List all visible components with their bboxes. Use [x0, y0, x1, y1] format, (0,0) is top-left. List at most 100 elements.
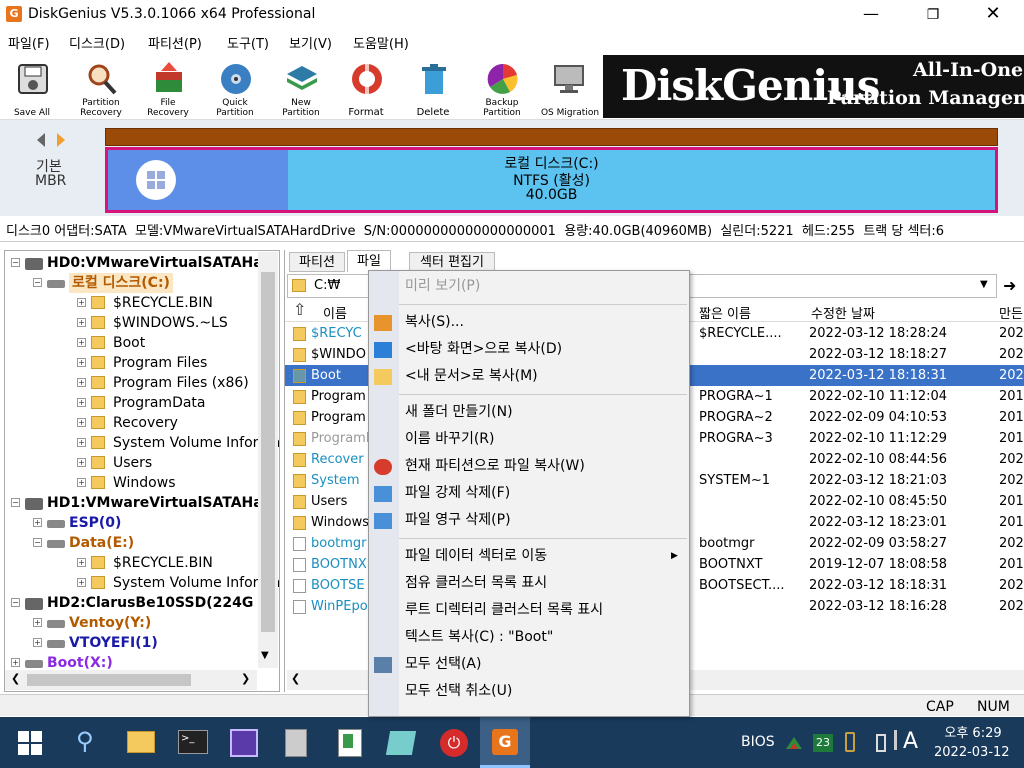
tab-files[interactable]: 파일 [347, 250, 391, 272]
tree-node-label: Program Files [113, 355, 208, 371]
expand-toggle-icon[interactable]: + [77, 458, 86, 467]
power-icon[interactable]: ⏻ [440, 729, 468, 757]
chevron-down-icon[interactable]: ▼ [261, 650, 269, 661]
save-all-button[interactable]: Save All [2, 58, 62, 120]
os-migration-button[interactable]: OS Migration [538, 58, 602, 120]
explorer-icon[interactable] [127, 731, 155, 753]
col-short-name[interactable]: 짧은 이름 [699, 303, 751, 322]
context-menu-item[interactable]: 복사(S)... [369, 309, 689, 336]
context-menu-item[interactable]: 모두 선택 취소(U) [369, 678, 689, 705]
expand-toggle-icon[interactable]: + [11, 658, 20, 667]
go-arrow-icon[interactable]: ➜ [1003, 276, 1016, 295]
context-menu-item[interactable]: 모두 선택(A) [369, 651, 689, 678]
expand-toggle-icon[interactable]: + [77, 338, 86, 347]
usb-icon[interactable] [845, 732, 855, 752]
expand-toggle-icon[interactable]: + [77, 558, 86, 567]
context-menu-item[interactable]: 텍스트 복사(C) : "Boot" [369, 624, 689, 651]
chevron-left-icon[interactable]: ❮ [291, 672, 300, 685]
expand-toggle-icon[interactable]: − [11, 598, 20, 607]
new-partition-button[interactable]: New Partition [271, 58, 331, 120]
col-modified[interactable]: 수정한 날짜 [811, 303, 875, 322]
expand-toggle-icon[interactable]: + [77, 358, 86, 367]
context-menu-item[interactable]: <바탕 화면>으로 복사(D) [369, 336, 689, 363]
menu-file[interactable]: 파일(F) [8, 33, 50, 52]
expand-toggle-icon[interactable]: + [77, 298, 86, 307]
col-name[interactable]: 이름 [323, 303, 347, 322]
clock-time[interactable]: 오후 6:29 [940, 722, 1006, 741]
clock-date[interactable]: 2022-03-12 [934, 745, 1010, 760]
ime-indicator[interactable]: A [903, 729, 918, 754]
expand-toggle-icon[interactable]: + [33, 618, 42, 627]
expand-toggle-icon[interactable]: − [33, 538, 42, 547]
backup-partition-button[interactable]: Backup Partition [472, 58, 532, 120]
expand-toggle-icon[interactable]: + [33, 518, 42, 527]
tray-badge[interactable]: 23 [813, 734, 833, 752]
next-disk-button[interactable] [56, 132, 66, 148]
scroll-thumb[interactable] [27, 674, 191, 686]
pie-icon [374, 459, 392, 475]
menu-partition[interactable]: 파티션(P) [148, 33, 202, 52]
menu-disk[interactable]: 디스크(D) [69, 33, 125, 52]
installer-icon[interactable] [338, 729, 362, 757]
menu-help[interactable]: 도움말(H) [353, 33, 409, 52]
tree-node-label: $WINDOWS.~LS [113, 315, 228, 331]
menu-tools[interactable]: 도구(T) [227, 33, 269, 52]
context-menu-label: 새 폴더 만들기(N) [405, 404, 513, 420]
context-menu-item[interactable]: <내 문서>로 복사(M) [369, 363, 689, 390]
tray-bios-label[interactable]: BIOS [741, 734, 775, 750]
close-button[interactable]: ✕ [970, 0, 1016, 30]
chevron-down-icon[interactable]: ▼ [980, 279, 988, 290]
prev-disk-button[interactable] [36, 132, 46, 148]
minimize-button[interactable]: — [848, 0, 894, 30]
file-recovery-button[interactable]: File Recovery [138, 58, 198, 120]
chevron-left-icon[interactable]: ❮ [11, 672, 20, 685]
tree-hscroll[interactable]: ❮ ❯ [5, 670, 257, 690]
scroll-thumb[interactable] [261, 272, 275, 632]
context-menu-item[interactable]: 파일 데이터 섹터로 이동 ▶ [369, 543, 689, 570]
tree-vscroll[interactable]: ▼ [258, 252, 278, 668]
context-menu-item[interactable]: 파일 영구 삭제(P) [369, 507, 689, 534]
tab-sector-editor[interactable]: 섹터 편집기 [409, 252, 495, 272]
tab-partitions[interactable]: 파티션 [289, 252, 345, 272]
expand-toggle-icon[interactable]: − [33, 278, 42, 287]
battery-icon[interactable] [876, 734, 886, 752]
partition-recovery-button[interactable]: Partition Recovery [71, 58, 131, 120]
folder-icon [91, 396, 105, 409]
tree-branch-line[interactable]: + [77, 438, 86, 447]
format-icon [352, 62, 382, 96]
diskgenius-taskbar-button[interactable]: G [480, 717, 530, 768]
context-menu-item[interactable]: 점유 클러스터 목록 표시 [369, 570, 689, 597]
context-menu-item[interactable]: 새 폴더 만들기(N) [369, 399, 689, 426]
file-created-cell: 201 [999, 515, 1024, 530]
menu-view[interactable]: 보기(V) [289, 33, 332, 52]
up-arrow-icon[interactable]: ⇧ [293, 300, 306, 319]
network-icon[interactable] [786, 735, 802, 749]
expand-toggle-icon[interactable]: + [77, 478, 86, 487]
notes-icon[interactable] [385, 731, 417, 755]
cpu-icon[interactable] [230, 729, 258, 757]
maximize-button[interactable]: ❐ [910, 0, 956, 30]
expand-toggle-icon[interactable]: − [11, 498, 20, 507]
expand-toggle-icon[interactable]: + [77, 378, 86, 387]
quick-partition-button[interactable]: Quick Partition [205, 58, 265, 120]
disc-icon [221, 64, 251, 94]
context-menu-item[interactable]: 파일 강제 삭제(F) [369, 480, 689, 507]
start-button[interactable] [18, 731, 42, 755]
context-menu-item[interactable]: 루트 디렉터리 클러스터 목록 표시 [369, 597, 689, 624]
partition-block-c[interactable]: 로컬 디스크(C:) NTFS (활성) 40.0GB [105, 147, 998, 213]
terminal-icon[interactable]: >_ [178, 730, 208, 754]
search-icon[interactable]: ⚲ [76, 727, 94, 755]
expand-toggle-icon[interactable]: + [33, 638, 42, 647]
col-created[interactable]: 만든 [999, 303, 1023, 322]
delete-button[interactable]: Delete [403, 58, 463, 120]
chevron-right-icon[interactable]: ❯ [241, 672, 250, 685]
tree-branch-line[interactable]: + [77, 578, 86, 587]
calculator-icon[interactable] [285, 729, 307, 757]
expand-toggle-icon[interactable]: − [11, 258, 20, 267]
expand-toggle-icon[interactable]: + [77, 318, 86, 327]
expand-toggle-icon[interactable]: + [77, 398, 86, 407]
expand-toggle-icon[interactable]: + [77, 418, 86, 427]
context-menu-item[interactable]: 이름 바꾸기(R) [369, 426, 689, 453]
context-menu-item[interactable]: 현재 파티션으로 파일 복사(W) [369, 453, 689, 480]
format-button[interactable]: Format [336, 58, 396, 120]
